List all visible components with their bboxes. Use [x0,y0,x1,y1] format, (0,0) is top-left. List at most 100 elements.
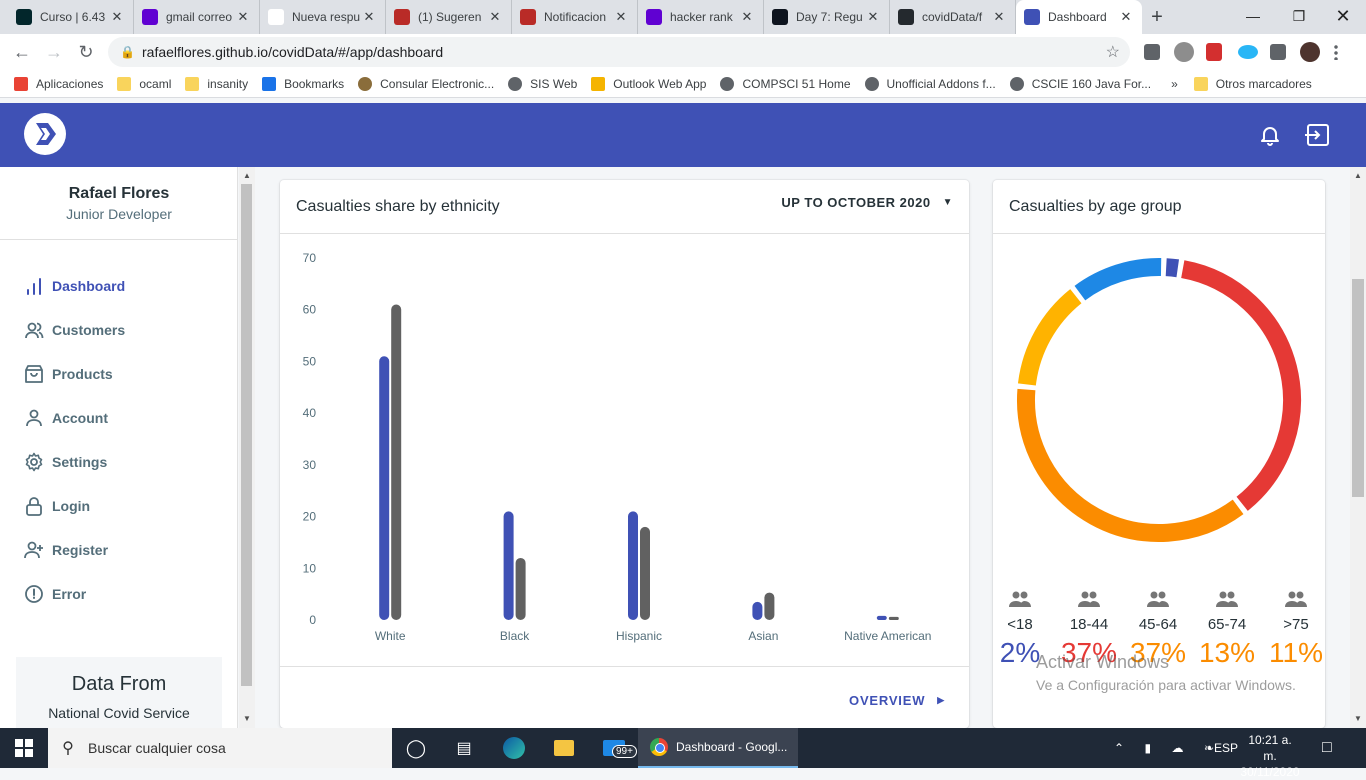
minimize-button[interactable]: — [1230,0,1276,32]
notifications-icon[interactable]: □ [1322,728,1332,768]
taskbar-search[interactable]: ⚲ Buscar cualquier cosa [48,728,392,768]
cloud-icon[interactable] [1238,45,1258,59]
browser-tab[interactable]: hacker rank ✕ [638,0,764,34]
browser-tab[interactable]: covidData/f ✕ [890,0,1016,34]
bookmark-item[interactable]: Consular Electronic... [358,76,494,91]
scroll-down-arrow-icon[interactable]: ▼ [1350,712,1366,726]
donut-slice-1[interactable] [1165,258,1180,278]
sidebar-item-login[interactable]: Login [24,494,90,518]
tray-chevron-icon[interactable]: ⌃ [1114,741,1124,755]
close-tab-icon[interactable]: ✕ [865,9,881,25]
reload-button[interactable]: ↻ [70,36,102,68]
bar-black-series-2[interactable] [515,557,526,620]
notifications-bell-icon[interactable] [1258,123,1282,147]
cloud-sync-icon[interactable]: ☁ [1172,741,1184,755]
browser-tab[interactable]: Curso | 6.43 ✕ [8,0,134,34]
donut-slice-3[interactable] [1017,388,1244,542]
donut-slice-5[interactable] [1074,258,1162,301]
bookmarks-overflow-button[interactable]: » [1171,77,1178,91]
other-bookmarks[interactable]: Otros marcadores [1193,76,1312,91]
scroll-up-arrow-icon[interactable]: ▲ [1350,169,1366,183]
overview-button[interactable]: OVERVIEW ▶ [849,693,945,708]
eyedropper-icon[interactable] [1144,44,1160,60]
logout-icon[interactable] [1305,123,1331,147]
close-tab-icon[interactable]: ✕ [235,9,251,25]
close-tab-icon[interactable]: ✕ [739,9,755,25]
app-logo[interactable] [24,113,66,155]
forward-button[interactable]: → [38,36,70,68]
main-scrollbar[interactable]: ▲ ▼ [1350,167,1366,728]
bookmark-item[interactable]: SIS Web [508,76,577,91]
bar-native-american-series-2[interactable] [888,616,899,620]
bar-white-series-2[interactable] [391,304,402,620]
more-menu-icon[interactable] [1334,44,1338,60]
bar-black-series-1[interactable] [503,511,514,620]
bookmark-item[interactable]: COMPSCI 51 Home [720,76,851,91]
sidebar-item-error[interactable]: Error [24,582,86,606]
close-tab-icon[interactable]: ✕ [1118,9,1134,25]
maximize-button[interactable]: ❐ [1276,0,1322,32]
new-tab-button[interactable]: + [1142,0,1172,34]
bookmark-item[interactable]: Unofficial Addons f... [864,76,996,91]
task-view-icon[interactable]: ▤ [440,728,488,768]
taskbar-clock[interactable]: 10:21 a. m. 30/11/2020 [1240,732,1300,780]
scroll-up-arrow-icon[interactable]: ▲ [239,169,255,183]
bookmark-item[interactable]: Outlook Web App [591,76,706,91]
period-dropdown[interactable]: UP TO OCTOBER 2020 ▼ [781,195,953,210]
extensions-puzzle-icon[interactable] [1270,44,1286,60]
scroll-down-arrow-icon[interactable]: ▼ [239,712,255,726]
browser-tab[interactable]: gmail correo ✕ [134,0,260,34]
bar-white-series-1[interactable] [379,356,390,620]
bar-asian-series-2[interactable] [764,592,775,620]
profile-name[interactable]: Rafael Flores [0,185,238,203]
pocket-icon[interactable] [1206,43,1222,61]
browser-tab[interactable]: Notificacion ✕ [512,0,638,34]
browser-tab[interactable]: Dashboard ✕ [1016,0,1142,34]
language-indicator[interactable]: ESP [1214,728,1238,768]
sidebar-scrollbar[interactable]: ▲ ▼ [239,167,255,728]
donut-slice-2[interactable] [1181,260,1301,511]
browser-tab[interactable]: Day 7: Regu ✕ [764,0,890,34]
close-tab-icon[interactable]: ✕ [487,9,503,25]
file-explorer-icon[interactable] [540,728,588,768]
back-button[interactable]: ← [6,36,38,68]
close-tab-icon[interactable]: ✕ [361,9,377,25]
address-bar[interactable]: 🔒 rafaelflores.github.io/covidData/#/app… [108,37,1130,67]
donut-slice-4[interactable] [1017,289,1082,386]
bookmark-item[interactable]: ocaml [117,76,171,91]
sidebar-item-register[interactable]: Register [24,538,108,562]
sidebar-item-account[interactable]: Account [24,406,108,430]
profile-avatar[interactable] [1300,42,1320,62]
sidebar-item-dashboard[interactable]: Dashboard [24,274,125,298]
gear-extension-icon[interactable] [1174,42,1194,62]
main-scroll-thumb[interactable] [1352,279,1364,497]
bar-native-american-series-1[interactable] [876,615,887,620]
taskbar-chrome-window[interactable]: Dashboard - Googl... [638,728,798,768]
bookmark-item[interactable]: Bookmarks [262,76,344,91]
sidebar-item-settings[interactable]: Settings [24,450,107,474]
bookmark-star-icon[interactable]: ☆ [1106,42,1120,62]
close-window-button[interactable]: ✕ [1320,0,1366,32]
browser-tab[interactable]: (1) Sugeren ✕ [386,0,512,34]
battery-icon[interactable]: ▮ [1144,741,1151,755]
bookmark-item[interactable]: Aplicaciones [14,76,103,91]
bookmark-item[interactable]: CSCIE 160 Java For... [1009,76,1151,91]
wifi-icon[interactable]: ❧ [1204,741,1214,755]
close-tab-icon[interactable]: ✕ [991,9,1007,25]
cortana-icon[interactable]: ◯ [392,728,440,768]
mail-icon[interactable]: 99+ [590,728,638,768]
start-button[interactable] [0,728,48,768]
close-tab-icon[interactable]: ✕ [109,9,125,25]
sidebar-scroll-thumb[interactable] [241,184,252,686]
bookmark-item[interactable]: insanity [185,76,248,91]
sidebar-item-customers[interactable]: Customers [24,318,125,342]
bar-hispanic-series-2[interactable] [640,526,650,620]
bar-asian-series-1[interactable] [752,601,763,620]
close-tab-icon[interactable]: ✕ [613,9,629,25]
sidebar-item-products[interactable]: Products [24,362,113,386]
bar-hispanic-series-1[interactable] [628,511,638,620]
browser-tab[interactable]: Nueva respu ✕ [260,0,386,34]
folder-icon [117,76,132,91]
star-icon [262,76,277,91]
edge-icon[interactable] [490,728,538,768]
